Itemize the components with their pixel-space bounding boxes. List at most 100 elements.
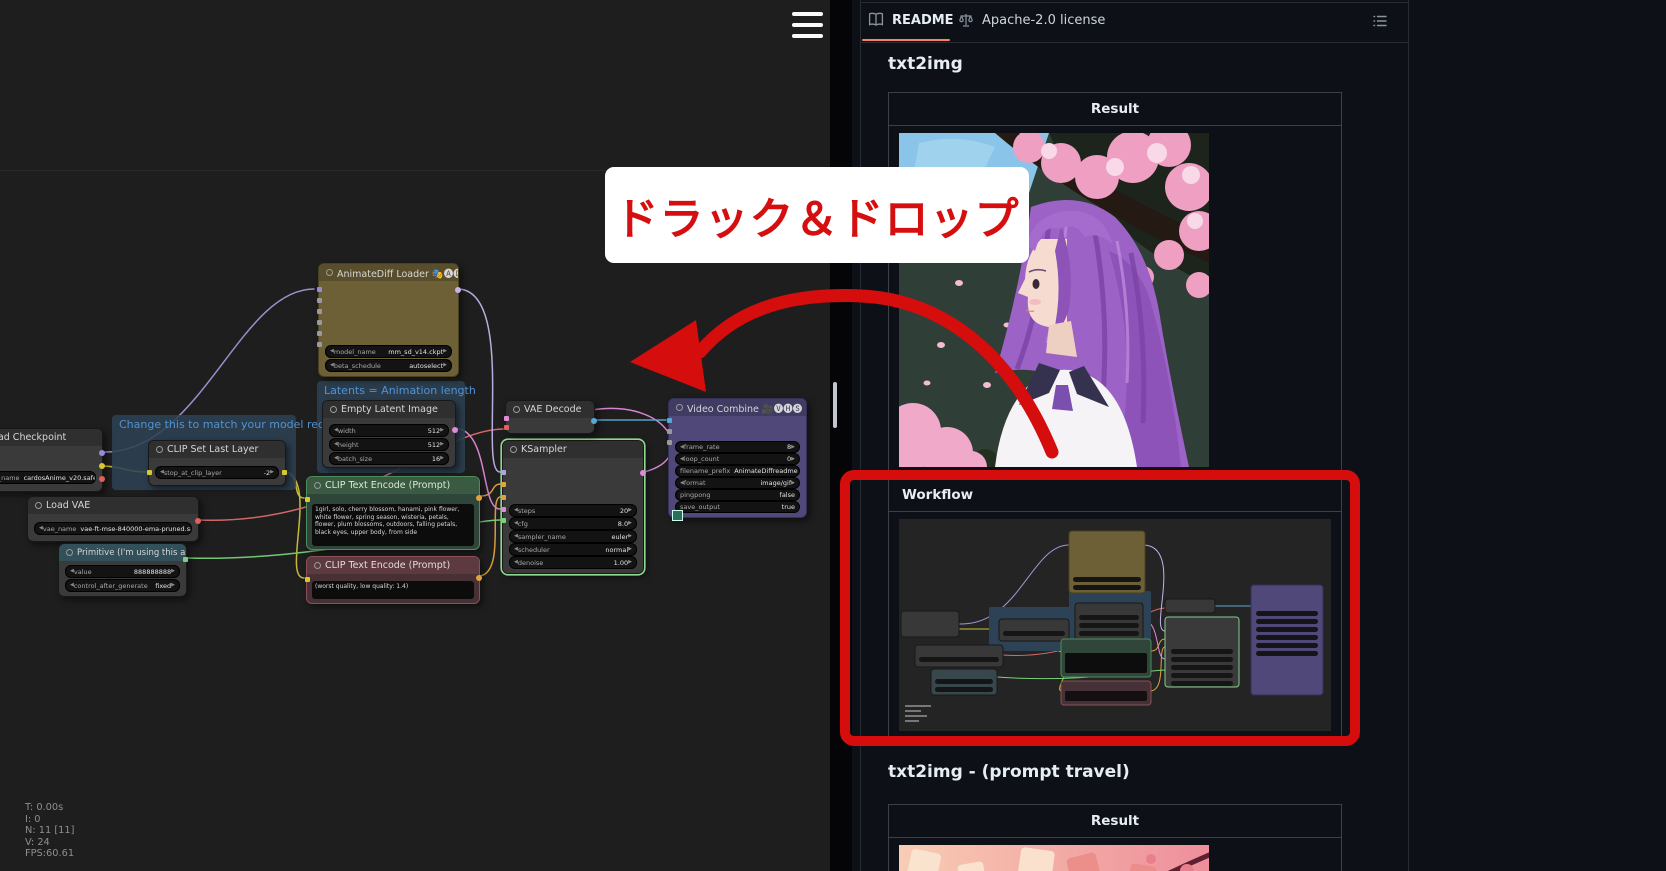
increment-icon[interactable]: ▶ xyxy=(443,349,447,354)
port-dot[interactable] xyxy=(317,298,322,303)
outline-list-icon[interactable] xyxy=(1372,13,1388,29)
widget-loop-count[interactable]: ◀ loop_count 0 ▶ xyxy=(675,453,800,465)
node-collapse-dot[interactable] xyxy=(66,549,73,556)
increment-icon[interactable]: ▶ xyxy=(171,569,175,574)
widget-ckpt-name[interactable]: ◀ ckpt_name cardosAnime_v20.safetensors … xyxy=(0,471,96,484)
port-dot[interactable] xyxy=(591,418,597,424)
port-dot[interactable] xyxy=(452,427,458,433)
increment-icon[interactable]: ▶ xyxy=(791,457,795,462)
tab-readme[interactable]: README xyxy=(868,12,954,28)
canvas-scrollbar[interactable] xyxy=(833,382,837,428)
port-dot[interactable] xyxy=(317,287,322,292)
node-collapse-dot[interactable] xyxy=(156,446,163,453)
widget-value[interactable]: ◀ value 888888888 ▶ xyxy=(65,565,180,578)
port-dot[interactable] xyxy=(501,507,506,512)
node-ksampler[interactable]: KSampler ◀ steps 20 ▶ ◀ cfg 8.0 ▶ ◀ samp… xyxy=(502,440,644,574)
widget-scheduler[interactable]: ◀ scheduler normal ▶ xyxy=(509,543,637,556)
widget-beta-schedule[interactable]: ◀ beta_schedule autoselect ▶ xyxy=(325,359,452,372)
widget-cfg[interactable]: ◀ cfg 8.0 ▶ xyxy=(509,517,637,530)
port-dot[interactable] xyxy=(504,416,509,421)
port-dot[interactable] xyxy=(99,450,105,456)
node-collapse-dot[interactable] xyxy=(35,502,42,509)
port-dot[interactable] xyxy=(667,429,672,434)
increment-icon[interactable]: ▶ xyxy=(628,534,632,539)
port-dot[interactable] xyxy=(305,497,310,502)
increment-icon[interactable]: ▶ xyxy=(443,363,447,368)
widget-frame-rate[interactable]: ◀ frame_rate 8 ▶ xyxy=(675,441,800,453)
node-primitive-seed[interactable]: Primitive (I'm using this as seed) ◀ val… xyxy=(58,543,187,597)
increment-icon[interactable]: ▶ xyxy=(171,583,175,588)
port-dot[interactable] xyxy=(183,557,188,562)
port-dot[interactable] xyxy=(476,495,482,501)
node-clip-text-encode-positive[interactable]: CLIP Text Encode (Prompt) 1girl, solo, c… xyxy=(306,476,480,550)
port-dot[interactable] xyxy=(99,476,105,482)
increment-icon[interactable]: ▶ xyxy=(270,470,274,475)
node-animatediff-loader[interactable]: AnimateDiff Loader 🎭🅐🅓① ◀ model_name mm_… xyxy=(318,263,459,377)
increment-icon[interactable]: ▶ xyxy=(440,428,444,433)
widget-stop-at-clip-layer[interactable]: ◀ stop_at_clip_layer -2 ▶ xyxy=(155,466,279,479)
port-dot[interactable] xyxy=(504,425,509,430)
widget-control-after-generate[interactable]: ◀ control_after_generate fixed ▶ xyxy=(65,579,180,592)
node-collapse-dot[interactable] xyxy=(510,446,517,453)
port-dot[interactable] xyxy=(667,440,672,445)
node-collapse-dot[interactable] xyxy=(326,269,333,276)
comfyui-canvas[interactable]: Latents = Animation length Change this t… xyxy=(0,0,830,871)
port-dot[interactable] xyxy=(317,320,322,325)
widget-sampler-name[interactable]: ◀ sampler_name euler ▶ xyxy=(509,530,637,543)
port-dot[interactable] xyxy=(305,577,310,582)
active-tab-underline xyxy=(862,39,950,41)
widget-height[interactable]: ◀ height 512 ▶ xyxy=(329,438,449,451)
port-dot[interactable] xyxy=(147,470,152,475)
widget-save-output[interactable]: save_output true xyxy=(675,501,800,513)
increment-icon[interactable]: ▶ xyxy=(791,445,795,450)
increment-icon[interactable]: ▶ xyxy=(791,481,795,486)
widget-pingpong[interactable]: pingpong false xyxy=(675,489,800,501)
increment-icon[interactable]: ▶ xyxy=(628,508,632,513)
hamburger-menu-icon[interactable] xyxy=(792,11,823,39)
tab-license[interactable]: Apache-2.0 license xyxy=(958,12,1105,28)
port-dot[interactable] xyxy=(640,470,646,476)
port-dot[interactable] xyxy=(667,418,672,423)
port-dot[interactable] xyxy=(501,518,506,523)
node-video-combine[interactable]: Video Combine 🎥🅥🅗🅢 ◀ frame_rate 8 ▶ ◀ lo… xyxy=(668,398,807,518)
node-load-checkpoint[interactable]: Load Checkpoint ◀ ckpt_name cardosAnime_… xyxy=(0,428,103,492)
port-dot[interactable] xyxy=(501,495,506,500)
increment-icon[interactable]: ▶ xyxy=(628,547,632,552)
port-dot[interactable] xyxy=(476,575,482,581)
node-collapse-dot[interactable] xyxy=(676,404,683,411)
node-collapse-dot[interactable] xyxy=(330,406,337,413)
node-collapse-dot[interactable] xyxy=(314,482,321,489)
widget-steps[interactable]: ◀ steps 20 ▶ xyxy=(509,504,637,517)
port-dot[interactable] xyxy=(501,482,506,487)
widget-filename-prefix[interactable]: filename_prefix AnimateDiffreadme xyxy=(675,465,800,477)
port-dot[interactable] xyxy=(99,463,105,469)
node-load-vae[interactable]: Load VAE ◀ vae_name vae-ft-mse-840000-em… xyxy=(27,496,199,542)
workflow-image[interactable] xyxy=(899,519,1331,731)
increment-icon[interactable]: ▶ xyxy=(628,521,632,526)
increment-icon[interactable]: ▶ xyxy=(440,442,444,447)
widget-width[interactable]: ◀ width 512 ▶ xyxy=(329,424,449,437)
node-collapse-dot[interactable] xyxy=(513,406,520,413)
port-dot[interactable] xyxy=(317,331,322,336)
widget-denoise[interactable]: ◀ denoise 1.00 ▶ xyxy=(509,556,637,569)
widget-model-name[interactable]: ◀ model_name mm_sd_v14.ckpt ▶ xyxy=(325,345,452,358)
widget-batch-size[interactable]: ◀ batch_size 16 ▶ xyxy=(329,452,449,465)
port-dot[interactable] xyxy=(195,518,201,524)
port-dot[interactable] xyxy=(317,342,322,347)
node-clip-set-last-layer[interactable]: CLIP Set Last Layer ◀ stop_at_clip_layer… xyxy=(148,440,286,486)
increment-icon[interactable]: ▶ xyxy=(440,456,444,461)
result-image-prompt-travel[interactable] xyxy=(899,845,1209,871)
port-dot[interactable] xyxy=(455,287,461,293)
port-dot[interactable] xyxy=(317,309,322,314)
node-empty-latent-image[interactable]: Empty Latent Image ◀ width 512 ▶ ◀ heigh… xyxy=(322,400,456,468)
node-clip-text-encode-negative[interactable]: CLIP Text Encode (Prompt) (worst quality… xyxy=(306,556,480,604)
widget-vae-name[interactable]: ◀ vae_name vae-ft-mse-840000-ema-pruned.… xyxy=(34,522,192,535)
port-dot[interactable] xyxy=(501,470,506,475)
port-dot[interactable] xyxy=(282,470,287,475)
increment-icon[interactable]: ▶ xyxy=(628,560,632,565)
node-collapse-dot[interactable] xyxy=(314,562,321,569)
prompt-textarea[interactable]: 1girl, solo, cherry blossom, hanami, pin… xyxy=(312,504,474,546)
node-vae-decode[interactable]: VAE Decode xyxy=(505,400,595,434)
widget-format[interactable]: ◀ format image/gif ▶ xyxy=(675,477,800,489)
prompt-textarea[interactable]: (worst quality, low quality: 1.4) xyxy=(312,581,474,599)
